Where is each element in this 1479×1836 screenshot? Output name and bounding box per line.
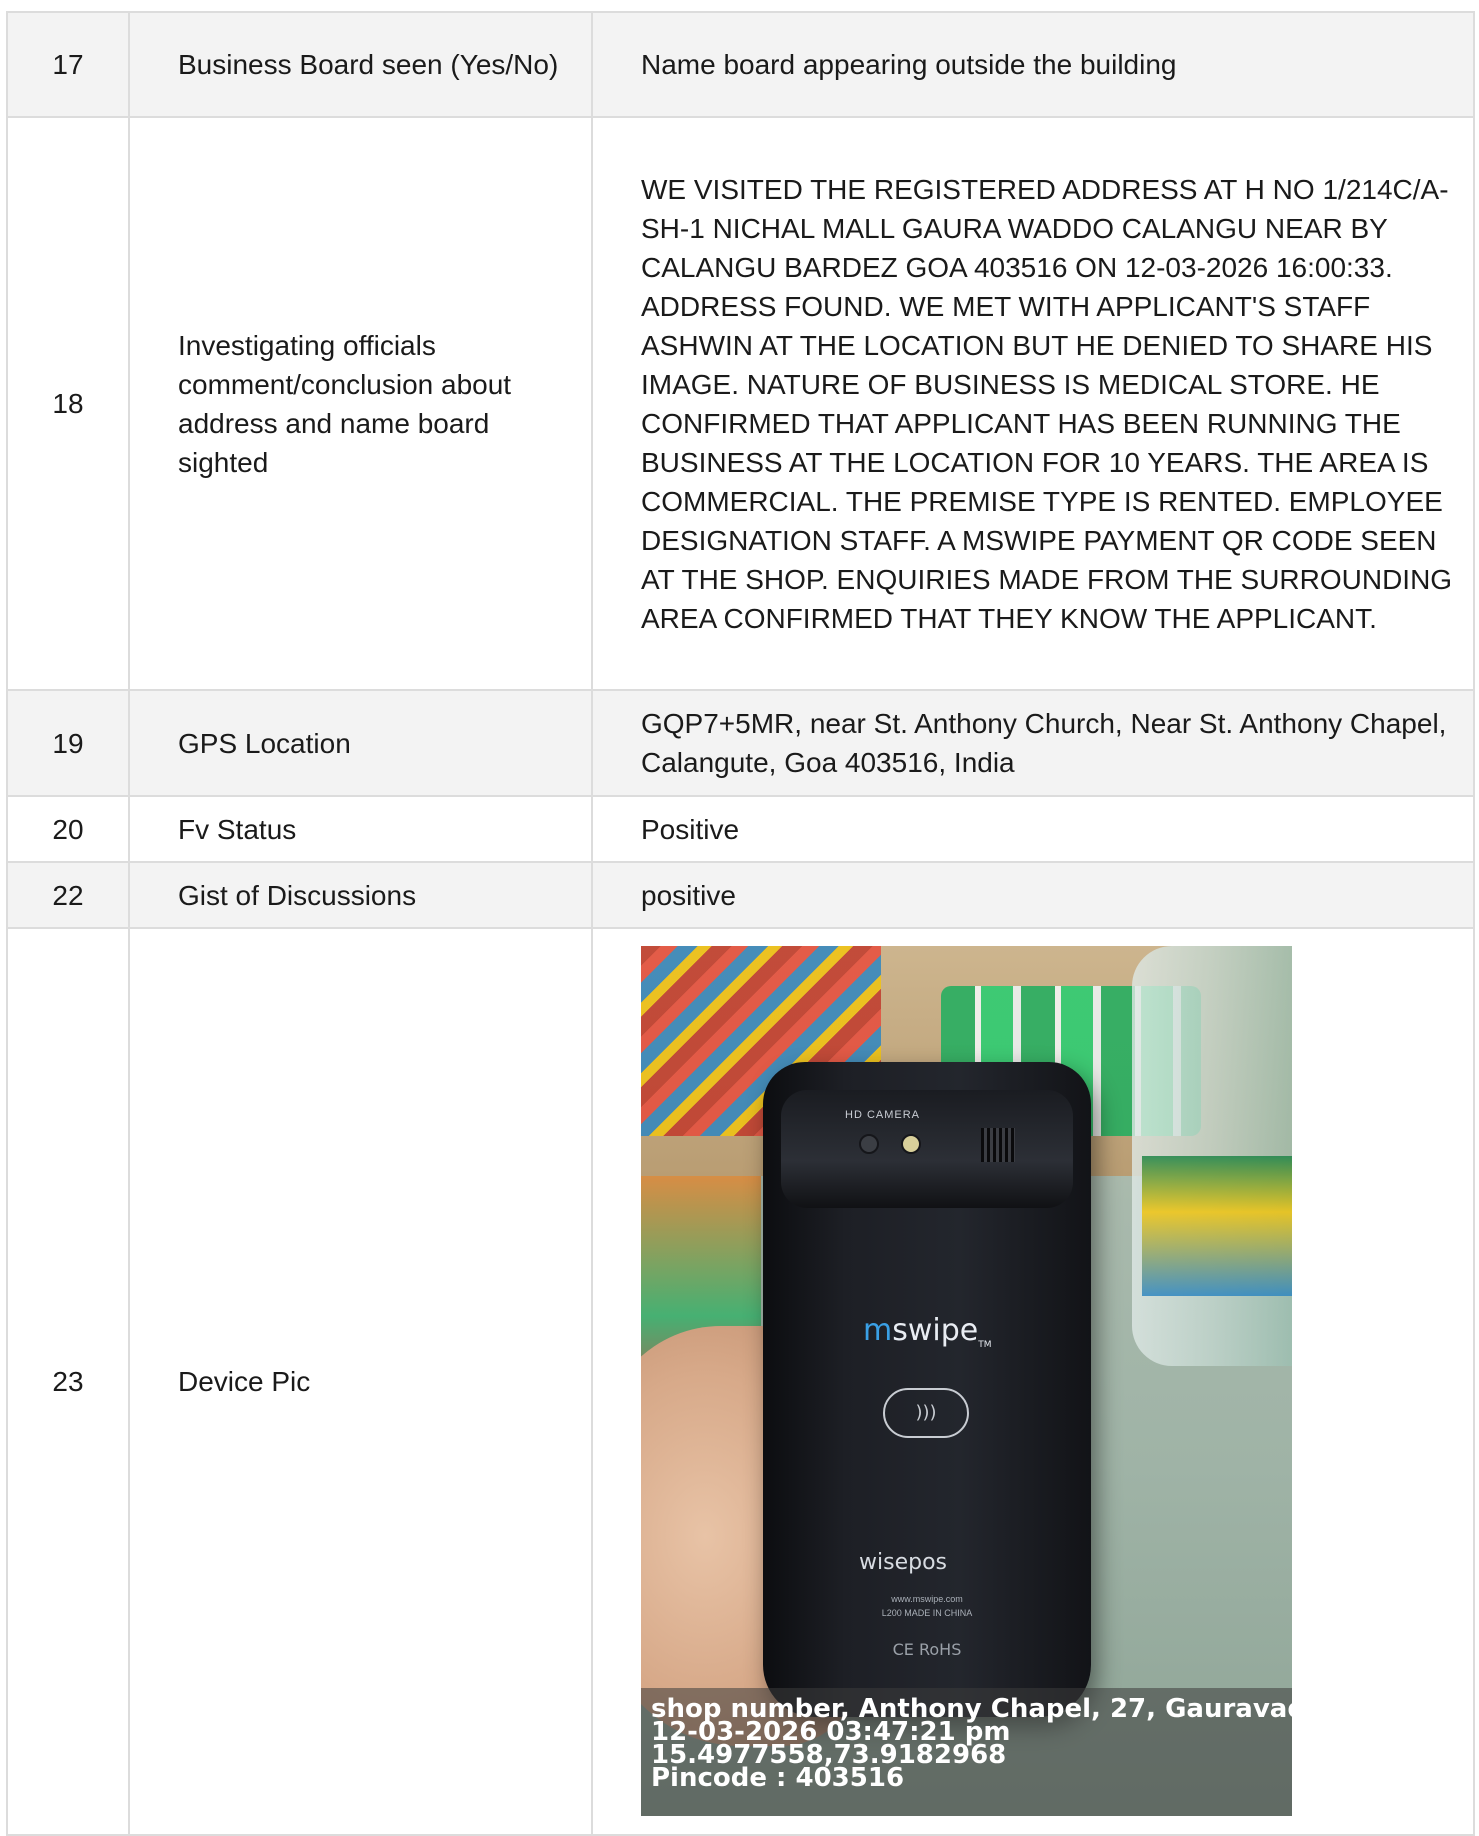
camera-label: HD CAMERA	[845, 1109, 921, 1121]
brand-tm: TM	[978, 1340, 992, 1350]
device-photo: HD CAMERA mswipeTM ))) wisepos www.mswip…	[641, 946, 1292, 1816]
camera-strip	[781, 1090, 1073, 1208]
row-number: 20	[6, 795, 130, 863]
verification-report-table: 17 Business Board seen (Yes/No) Name boa…	[6, 11, 1475, 1836]
device-website: www.mswipe.com	[891, 1594, 963, 1604]
flash-icon	[901, 1134, 921, 1154]
wisepos-logo: wisepos	[859, 1550, 947, 1575]
device-small-print: www.mswipe.com L200 MADE IN CHINA	[763, 1592, 1091, 1620]
row-number: 23	[6, 927, 130, 1836]
row-value: positive	[591, 861, 1475, 929]
geotag-pincode: Pincode : 403516	[651, 1763, 905, 1793]
contactless-icon: )))	[883, 1388, 969, 1438]
brand-rest: swipe	[892, 1313, 979, 1348]
row-label: Investigating officials comment/conclusi…	[128, 116, 593, 691]
row-value: WE VISITED THE REGISTERED ADDRESS AT H N…	[591, 116, 1475, 691]
camera-lens-icon	[859, 1134, 879, 1154]
row-label: Fv Status	[128, 795, 593, 863]
table-row: 22 Gist of Discussions positive	[6, 861, 1475, 929]
geotag-overlay: shop number, Anthony Chapel, 27, Gaurava…	[641, 1688, 1292, 1816]
row-number: 22	[6, 861, 130, 929]
brand-m: m	[863, 1313, 893, 1348]
row-value: GQP7+5MR, near St. Anthony Church, Near …	[591, 689, 1475, 797]
table-row: 17 Business Board seen (Yes/No) Name boa…	[6, 11, 1475, 118]
row-number: 18	[6, 116, 130, 691]
mswipe-logo: mswipeTM	[863, 1314, 992, 1362]
pos-device: HD CAMERA mswipeTM ))) wisepos www.mswip…	[763, 1062, 1091, 1717]
table-row: 19 GPS Location GQP7+5MR, near St. Antho…	[6, 689, 1475, 797]
certification-marks: CE RoHS	[892, 1640, 962, 1659]
row-value: Name board appearing outside the buildin…	[591, 11, 1475, 118]
row-label: GPS Location	[128, 689, 593, 797]
row-label: Business Board seen (Yes/No)	[128, 11, 593, 118]
device-model: L200 MADE IN CHINA	[881, 1608, 973, 1618]
row-label: Gist of Discussions	[128, 861, 593, 929]
row-number: 17	[6, 11, 130, 118]
row-number: 19	[6, 689, 130, 797]
table-row: 18 Investigating officials comment/concl…	[6, 116, 1475, 691]
table-row: 23 Device Pic HD CAMERA mswipeTM))) wis…	[6, 927, 1475, 1836]
speaker-grill-icon	[981, 1128, 1015, 1162]
jar-label	[1142, 1156, 1292, 1296]
row-label: Device Pic	[128, 927, 593, 1836]
table-row: 20 Fv Status Positive	[6, 795, 1475, 863]
row-value: Positive	[591, 795, 1475, 863]
device-pic-cell: HD CAMERA mswipeTM ))) wisepos www.mswip…	[591, 927, 1475, 1836]
